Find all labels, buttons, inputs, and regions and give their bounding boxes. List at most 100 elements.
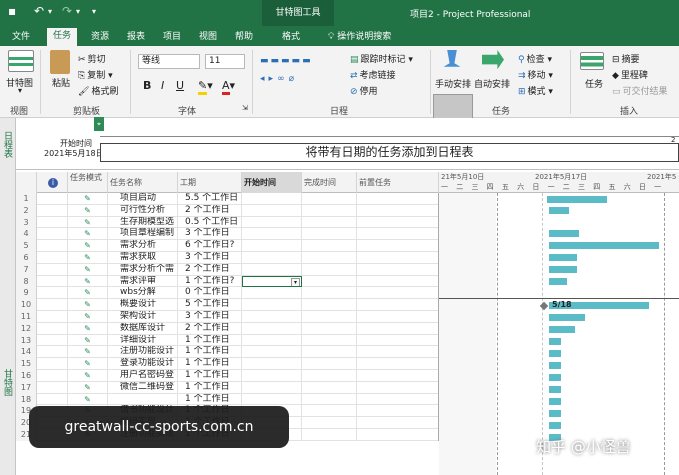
task-name-cell[interactable]: 项目启动 xyxy=(108,193,178,205)
format-painter-button[interactable]: 🖌︎ 格式刷 xyxy=(78,84,118,98)
select-all-corner[interactable] xyxy=(16,172,37,193)
table-row[interactable]: 10 ✎ 概要设计 5 个工作日 xyxy=(16,299,439,311)
finish-cell[interactable] xyxy=(302,428,357,441)
gantt-task-bar[interactable] xyxy=(549,422,561,429)
row-number[interactable]: 9 xyxy=(16,287,37,300)
auto-schedule-button[interactable]: 自动安排 xyxy=(474,77,510,90)
predecessors-cell[interactable] xyxy=(357,275,439,288)
finish-cell[interactable] xyxy=(302,251,357,264)
table-row[interactable]: 8 ✎ 需求评审 1 个工作日? ▾ xyxy=(16,275,439,288)
gantt-task-bar[interactable] xyxy=(549,230,579,237)
row-number[interactable]: 3 xyxy=(16,216,37,229)
predecessors-cell[interactable] xyxy=(357,228,439,241)
finish-cell[interactable] xyxy=(302,334,357,347)
finish-cell[interactable] xyxy=(302,405,357,418)
duration-cell[interactable]: 1 个工作日? xyxy=(178,275,242,288)
indent-link-buttons[interactable]: ◂▸∞⌀ xyxy=(260,74,298,84)
row-number[interactable]: 6 xyxy=(16,251,37,264)
finish-cell[interactable] xyxy=(302,287,357,300)
duration-cell[interactable]: 0.5 个工作日 xyxy=(178,216,242,229)
tell-me-search[interactable]: 💡︎ 操作说明搜索 xyxy=(322,29,397,46)
gantt-task-bar[interactable] xyxy=(549,410,561,417)
task-name-cell[interactable]: 需求获取 xyxy=(108,251,178,264)
mode-button[interactable]: ⊞ 模式 ▾ xyxy=(518,84,553,98)
insert-task-button[interactable]: 任务 xyxy=(585,77,603,90)
table-row[interactable]: 12 ✎ 数据库设计 2 个工作日 xyxy=(16,322,439,335)
task-name-cell[interactable]: 生存期模型选 xyxy=(108,216,178,229)
indicator-column-header[interactable]: i xyxy=(37,172,68,193)
gantt-dropdown-icon[interactable]: ▾ xyxy=(18,86,22,95)
predecessors-cell[interactable] xyxy=(357,346,439,359)
row-number[interactable]: 12 xyxy=(16,322,37,335)
inactivate-button[interactable]: ⊘ 停用 xyxy=(350,84,378,98)
row-number[interactable]: 17 xyxy=(16,381,37,394)
bold-button[interactable]: B xyxy=(143,79,151,92)
predecessors-cell[interactable] xyxy=(357,417,439,429)
duration-cell[interactable]: 3 个工作日 xyxy=(178,310,242,323)
finish-cell[interactable] xyxy=(302,299,357,311)
row-number[interactable]: 18 xyxy=(16,393,37,406)
finish-cell[interactable] xyxy=(302,369,357,382)
table-row[interactable]: 9 ✎ wbs分解 0 个工作日 xyxy=(16,287,439,300)
mode-column-header[interactable]: 任务模式 xyxy=(68,172,108,193)
tab-view[interactable]: 视图 xyxy=(193,29,223,46)
task-name-cell[interactable]: 注册功能设计 xyxy=(108,346,178,359)
gantt-task-bar[interactable] xyxy=(549,278,567,285)
row-number[interactable]: 15 xyxy=(16,358,37,370)
start-cell[interactable] xyxy=(242,334,302,347)
start-cell[interactable] xyxy=(242,381,302,394)
finish-cell[interactable] xyxy=(302,193,357,205)
duration-cell[interactable]: 1 个工作日 xyxy=(178,393,242,406)
start-cell[interactable] xyxy=(242,228,302,241)
customize-qat-icon[interactable]: ▾ xyxy=(92,7,96,16)
row-number[interactable]: 2 xyxy=(16,204,37,217)
row-number[interactable]: 5 xyxy=(16,240,37,252)
start-cell[interactable] xyxy=(242,358,302,370)
paste-button[interactable]: 粘贴 xyxy=(52,76,70,89)
finish-cell[interactable] xyxy=(302,275,357,288)
start-cell[interactable] xyxy=(242,193,302,205)
task-name-cell[interactable]: 需求评审 xyxy=(108,275,178,288)
task-name-cell[interactable]: 需求分析个需 xyxy=(108,263,178,276)
task-name-cell[interactable]: wbs分解 xyxy=(108,287,178,300)
start-cell[interactable] xyxy=(242,310,302,323)
row-number[interactable]: 4 xyxy=(16,228,37,241)
row-number[interactable]: 13 xyxy=(16,334,37,347)
finish-cell[interactable] xyxy=(302,322,357,335)
predecessors-cell[interactable] xyxy=(357,299,439,311)
progress-percent-buttons[interactable]: ▬▬▬▬▬ xyxy=(260,56,313,66)
font-dialog-launcher-icon[interactable]: ⇲ xyxy=(242,104,248,112)
predecessors-cell[interactable] xyxy=(357,251,439,264)
duration-cell[interactable]: 5 个工作日 xyxy=(178,299,242,311)
predecessors-cell[interactable] xyxy=(357,310,439,323)
table-row[interactable]: 15 ✎ 登录功能设计 1 个工作日 xyxy=(16,358,439,370)
predecessors-column-header[interactable]: 前置任务 xyxy=(357,172,439,193)
predecessors-cell[interactable] xyxy=(357,322,439,335)
duration-cell[interactable]: 6 个工作日? xyxy=(178,240,242,252)
task-name-cell[interactable] xyxy=(108,393,178,406)
duration-cell[interactable]: 0 个工作日 xyxy=(178,287,242,300)
mark-on-track-button[interactable]: ▤ 跟踪时标记 ▾ xyxy=(350,52,413,66)
predecessors-cell[interactable] xyxy=(357,405,439,418)
row-number[interactable]: 14 xyxy=(16,346,37,359)
gantt-task-bar[interactable] xyxy=(549,207,569,214)
duration-cell[interactable]: 2 个工作日 xyxy=(178,263,242,276)
tab-help[interactable]: 帮助 xyxy=(229,29,259,46)
predecessors-cell[interactable] xyxy=(357,216,439,229)
gantt-task-bar[interactable] xyxy=(549,266,577,273)
gantt-task-bar[interactable] xyxy=(549,254,577,261)
duration-cell[interactable]: 1 个工作日 xyxy=(178,381,242,394)
undo-dropdown-icon[interactable]: ▾ xyxy=(48,7,52,16)
task-name-cell[interactable]: 用户名密码登 xyxy=(108,369,178,382)
duration-cell[interactable]: 5.5 个工作日 xyxy=(178,193,242,205)
row-number[interactable]: 10 xyxy=(16,299,37,311)
duration-column-header[interactable]: 工期 xyxy=(178,172,242,193)
task-name-cell[interactable]: 数据库设计 xyxy=(108,322,178,335)
predecessors-cell[interactable] xyxy=(357,334,439,347)
finish-cell[interactable] xyxy=(302,240,357,252)
task-name-cell[interactable]: 需求分析 xyxy=(108,240,178,252)
finish-cell[interactable] xyxy=(302,228,357,241)
table-row[interactable]: 17 ✎ 微信二维码登 1 个工作日 xyxy=(16,381,439,394)
redo-icon[interactable]: ↷ xyxy=(62,4,72,18)
predecessors-cell[interactable] xyxy=(357,393,439,406)
